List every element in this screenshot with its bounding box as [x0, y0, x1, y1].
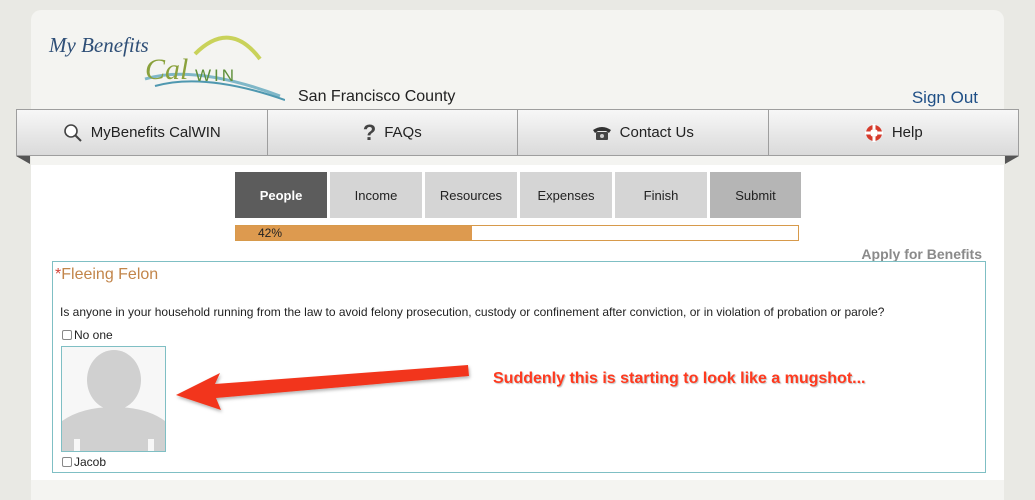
apply-for-benefits-heading: Apply for Benefits: [861, 246, 982, 262]
question-text: Is anyone in your household running from…: [60, 305, 885, 319]
nav-ribbon-right: [1005, 156, 1019, 164]
logo-text-win: WIN: [195, 66, 237, 85]
step-resources[interactable]: Resources: [425, 172, 517, 218]
question-icon: ?: [362, 119, 377, 145]
jacob-checkbox[interactable]: Jacob: [62, 455, 106, 469]
mybenefits-calwin-logo[interactable]: My Benefits Cal WIN: [45, 24, 285, 104]
nav-item-contact-us[interactable]: Contact Us: [517, 109, 768, 156]
panel-title-text: Fleeing Felon: [61, 266, 159, 283]
sign-out-link[interactable]: Sign Out: [912, 88, 978, 108]
main-nav: MyBenefits CalWIN ? FAQs Contact Us Help: [16, 109, 1019, 156]
county-name: San Francisco County: [298, 88, 456, 105]
nav-item-mybenefits[interactable]: MyBenefits CalWIN: [16, 109, 267, 156]
logo-text-mybenefits: My Benefits: [48, 33, 149, 57]
logo-text-cal: Cal: [145, 53, 188, 86]
checkbox-box[interactable]: [62, 330, 72, 340]
fleeing-felon-panel: *Fleeing Felon Is anyone in your househo…: [52, 261, 986, 473]
nav-label: Help: [891, 124, 923, 141]
step-people[interactable]: People: [235, 172, 327, 218]
no-one-label: No one: [74, 328, 113, 342]
annotation-text: Suddenly this is starting to look like a…: [493, 370, 866, 387]
person-photo-placeholder: [61, 346, 166, 452]
nav-label: MyBenefits CalWIN: [90, 124, 221, 141]
header: My Benefits Cal WIN San Francisco County…: [31, 10, 1004, 118]
nav-label: FAQs: [384, 124, 422, 141]
main-content: People Income Resources Expenses Finish …: [31, 165, 1004, 480]
nav-item-faqs[interactable]: ? FAQs: [266, 109, 517, 156]
step-finish[interactable]: Finish: [615, 172, 707, 218]
search-icon: [63, 123, 82, 142]
progress-bar: 42%: [235, 225, 799, 241]
checkbox-box[interactable]: [62, 457, 72, 467]
no-one-checkbox[interactable]: No one: [62, 328, 113, 342]
progress-label: 42%: [258, 226, 283, 240]
avatar-silhouette-icon: [62, 350, 165, 451]
step-expenses[interactable]: Expenses: [520, 172, 612, 218]
step-income[interactable]: Income: [330, 172, 422, 218]
lifebuoy-icon: [864, 123, 883, 142]
nav-item-help[interactable]: Help: [767, 109, 1019, 156]
panel-title: *Fleeing Felon: [55, 266, 158, 284]
nav-ribbon-left: [16, 156, 30, 164]
phone-icon: [592, 126, 611, 140]
step-submit[interactable]: Submit: [710, 172, 801, 218]
nav-label: Contact Us: [619, 124, 694, 141]
jacob-label: Jacob: [74, 455, 107, 469]
step-tabs: People Income Resources Expenses Finish …: [235, 172, 801, 218]
